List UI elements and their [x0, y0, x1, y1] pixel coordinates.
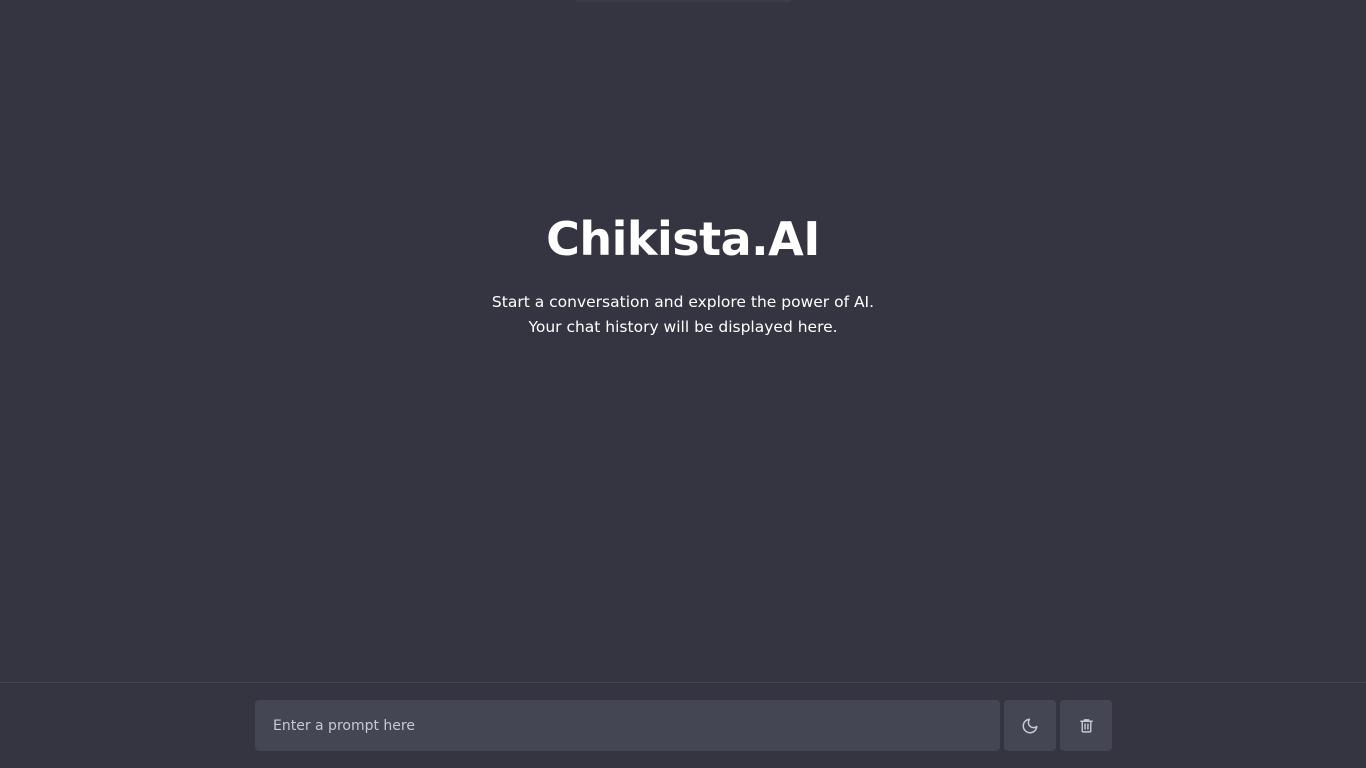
welcome-line-2: Your chat history will be displayed here… [528, 318, 838, 336]
prompt-input[interactable] [255, 700, 1000, 751]
welcome-panel: Chikista.AI Start a conversation and exp… [0, 208, 1366, 340]
welcome-line-1: Start a conversation and explore the pow… [491, 293, 875, 311]
chat-app: Chikista.AI Start a conversation and exp… [0, 0, 1366, 768]
composer-bar [0, 682, 1366, 768]
theme-toggle-button[interactable] [1004, 700, 1056, 751]
scroll-indicator [575, 0, 791, 2]
moon-icon [1021, 717, 1039, 735]
trash-icon [1078, 717, 1095, 734]
chat-history-area[interactable]: Chikista.AI Start a conversation and exp… [0, 0, 1366, 682]
welcome-subtitle: Start a conversation and explore the pow… [0, 290, 1366, 340]
app-title: Chikista.AI [546, 212, 820, 266]
delete-chats-button[interactable] [1060, 700, 1112, 751]
